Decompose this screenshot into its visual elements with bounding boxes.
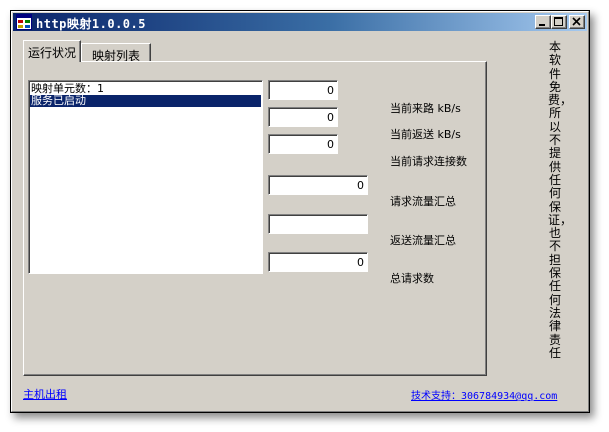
window-title: http映射1.0.0.5 [36, 17, 146, 31]
status-tab-page: 映射单元数：1 服务已启动 0 0 0 0 0 当前来路 kB/s 当前返送 k… [23, 61, 487, 376]
main-window: http映射1.0.0.5 运行状况 映射列表 映射单元数：1 服务已启动 0 … [10, 10, 590, 413]
minimize-button[interactable] [535, 15, 551, 29]
incoming-rate-label: 当前来路 kB/s [390, 102, 461, 115]
request-total-label: 请求流量汇总 [390, 195, 456, 208]
response-total-label: 返送流量汇总 [390, 234, 456, 247]
list-item[interactable]: 映射单元数：1 [30, 83, 261, 95]
maximize-icon [554, 17, 563, 26]
close-icon [572, 17, 581, 26]
connections-label: 当前请求连接数 [390, 155, 467, 168]
status-listbox[interactable]: 映射单元数：1 服务已启动 [28, 80, 263, 274]
app-window-icon[interactable] [16, 14, 32, 30]
tab-status[interactable]: 运行状况 [23, 40, 81, 62]
outgoing-rate-label: 当前返送 kB/s [390, 128, 461, 141]
list-item-selected[interactable]: 服务已启动 [30, 95, 261, 107]
title-bar[interactable]: http映射1.0.0.5 [13, 13, 587, 31]
response-total-field[interactable] [268, 214, 368, 234]
request-count-field[interactable]: 0 [268, 252, 368, 272]
tab-status-label: 运行状况 [27, 46, 76, 60]
host-rental-link[interactable]: 主机出租 [23, 386, 67, 402]
tab-mapping-list[interactable]: 映射列表 [81, 43, 151, 63]
minimize-icon [539, 24, 545, 26]
tech-support-link[interactable]: 技术支持：306784934@qq.com [411, 387, 557, 402]
incoming-rate-field[interactable]: 0 [268, 80, 338, 100]
maximize-button[interactable] [551, 15, 567, 29]
connections-field[interactable]: 0 [268, 134, 338, 154]
request-count-label: 总请求数 [390, 272, 434, 285]
close-button[interactable] [569, 15, 585, 29]
outgoing-rate-field[interactable]: 0 [268, 107, 338, 127]
request-total-field[interactable]: 0 [268, 175, 368, 195]
disclaimer-text: 本软件免费，所以不提供任何保证，也不担保任何法律责任 [548, 40, 573, 360]
